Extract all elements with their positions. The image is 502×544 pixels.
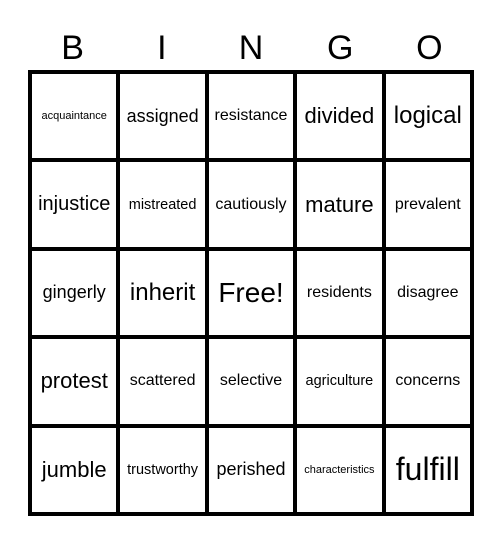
bingo-cell[interactable]: divided: [297, 74, 382, 159]
header-letter-i: I: [157, 29, 167, 67]
header-letter-n: N: [238, 29, 264, 67]
bingo-cell[interactable]: mature: [297, 162, 382, 247]
bingo-cell[interactable]: mistreated: [120, 162, 205, 247]
bingo-cell[interactable]: fulfill: [385, 427, 470, 512]
bingo-cell[interactable]: concerns: [385, 339, 470, 424]
header-letter-b: B: [61, 29, 84, 67]
bingo-cell[interactable]: logical: [385, 74, 470, 159]
bingo-cell[interactable]: protest: [32, 339, 117, 424]
bingo-cell[interactable]: assigned: [120, 74, 205, 159]
bingo-cell[interactable]: characteristics: [297, 427, 382, 512]
bingo-cell[interactable]: prevalent: [385, 162, 470, 247]
header-letter-g: G: [326, 29, 354, 67]
bingo-cell[interactable]: inherit: [120, 250, 205, 336]
bingo-cell[interactable]: acquaintance: [32, 74, 117, 159]
bingo-cell[interactable]: injustice: [32, 162, 117, 247]
bingo-cell[interactable]: residents: [297, 250, 382, 336]
bingo-cell[interactable]: resistance: [208, 74, 294, 159]
bingo-cell[interactable]: perished: [208, 427, 294, 512]
bingo-cell[interactable]: jumble: [32, 427, 117, 512]
bingo-cell[interactable]: cautiously: [208, 162, 294, 247]
bingo-grid: acquaintance assigned resistance divided…: [28, 70, 474, 516]
header-letter-o: O: [416, 29, 443, 67]
bingo-cell[interactable]: scattered: [120, 339, 205, 424]
bingo-cell[interactable]: disagree: [385, 250, 470, 336]
bingo-cell[interactable]: agriculture: [297, 339, 382, 424]
bingo-cell[interactable]: gingerly: [32, 250, 117, 336]
free-space-cell[interactable]: Free!: [208, 250, 294, 336]
bingo-cell[interactable]: selective: [208, 339, 294, 424]
bingo-header: B I N G O: [28, 26, 474, 70]
bingo-cell[interactable]: trustworthy: [120, 427, 205, 512]
